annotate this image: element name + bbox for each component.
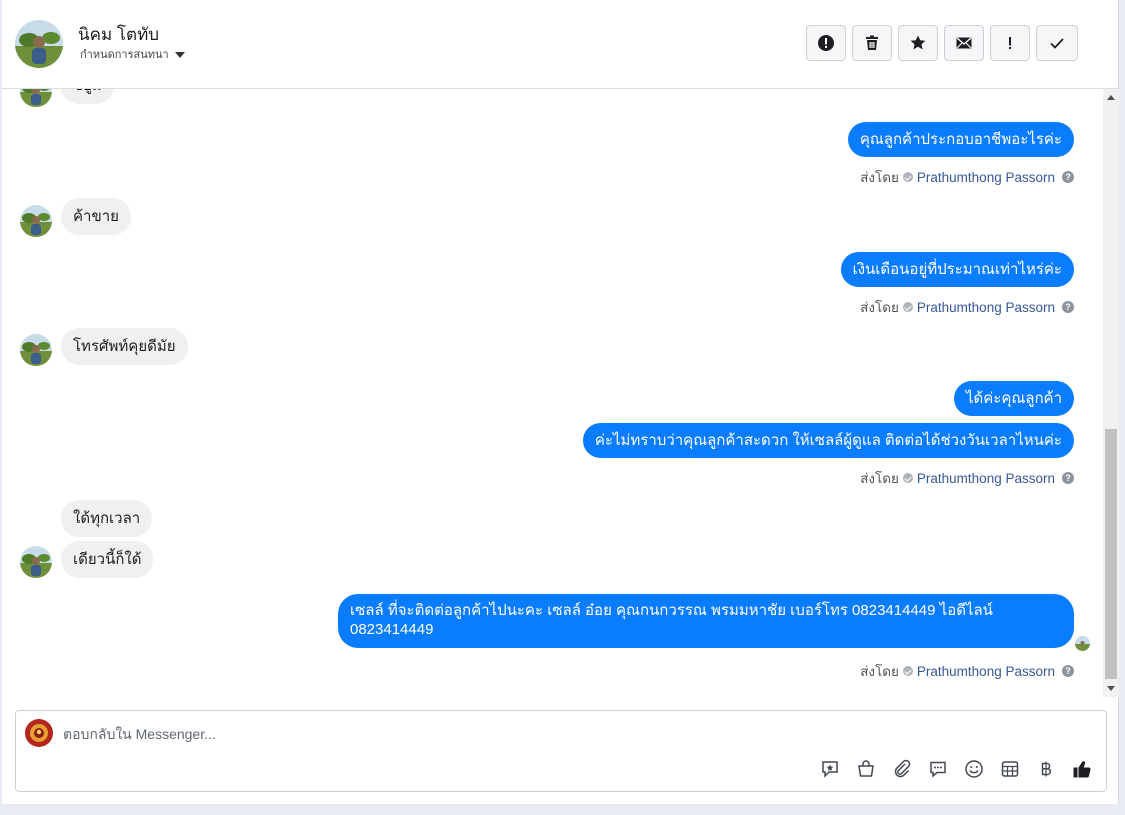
trash-icon bbox=[866, 35, 878, 50]
conversation-actions bbox=[806, 25, 1078, 61]
alert-circle-icon bbox=[818, 35, 834, 51]
delete-button[interactable] bbox=[852, 25, 892, 61]
sent-by-prefix: ส่งโดย bbox=[860, 300, 899, 315]
scroll-up-arrow-icon[interactable] bbox=[1107, 95, 1115, 100]
paperclip-icon[interactable] bbox=[890, 757, 914, 781]
envelope-icon bbox=[956, 37, 972, 49]
verified-check-icon bbox=[902, 302, 913, 312]
thumbs-up-icon[interactable] bbox=[1070, 757, 1094, 781]
help-icon[interactable]: ? bbox=[1062, 665, 1074, 677]
help-icon[interactable]: ? bbox=[1062, 472, 1074, 484]
conversation-status-label: กำหนดการสนทนา bbox=[80, 49, 169, 61]
thread-scrollbar[interactable] bbox=[1103, 89, 1119, 697]
sent-by-line: ส่งโดย Prathumthong Passorn ? bbox=[860, 296, 1074, 318]
outgoing-message[interactable]: ค่ะไม่ทราบว่าคุณลูกค้าสะดวก ให้เซลล์ผู้ด… bbox=[582, 423, 1074, 458]
incoming-message[interactable]: ใด้ทุกเวลา bbox=[61, 500, 153, 537]
verified-check-icon bbox=[902, 473, 913, 483]
sent-by-agent[interactable]: Prathumthong Passorn bbox=[917, 170, 1055, 185]
outgoing-message[interactable]: ได้ค่ะคุณลูกค้า bbox=[953, 381, 1074, 416]
outgoing-message[interactable]: คุณลูกค้าประกอบอาชีพอะไรค่ะ bbox=[847, 122, 1074, 157]
incoming-message[interactable]: ขยูม bbox=[61, 89, 114, 104]
star-button[interactable] bbox=[898, 25, 938, 61]
contact-name[interactable]: นิคม โตทับ bbox=[78, 21, 159, 48]
incoming-message[interactable]: โทรศัพท์คุยดีมัย bbox=[61, 328, 188, 365]
conversation-header: นิคม โตทับ กำหนดการสนทนา bbox=[2, 0, 1118, 89]
sent-by-line: ส่งโดย Prathumthong Passorn ? bbox=[860, 166, 1074, 188]
sent-by-prefix: ส่งโดย bbox=[860, 664, 899, 679]
emoji-icon[interactable] bbox=[962, 757, 986, 781]
exclamation-icon bbox=[1009, 37, 1011, 49]
sent-by-agent[interactable]: Prathumthong Passorn bbox=[917, 471, 1055, 486]
baht-icon[interactable] bbox=[1034, 757, 1058, 781]
incoming-message[interactable]: เดียวนี้ก็ใด้ bbox=[61, 541, 154, 578]
outgoing-message[interactable]: เงินเดือนอยู่ที่ประมาณเท่าไหร่ค่ะ bbox=[840, 252, 1074, 287]
help-icon[interactable]: ? bbox=[1062, 301, 1074, 313]
seen-avatar bbox=[1075, 636, 1090, 651]
saved-reply-icon[interactable] bbox=[818, 757, 842, 781]
conversation-panel: นิคม โตทับ กำหนดการสนทนา คุณลูกค้าประกอบ… bbox=[2, 0, 1119, 804]
contact-message-avatar bbox=[20, 205, 52, 237]
reply-input[interactable] bbox=[63, 723, 763, 745]
contact-message-avatar bbox=[20, 546, 52, 578]
caret-down-icon bbox=[174, 51, 185, 58]
sent-by-prefix: ส่งโดย bbox=[860, 471, 899, 486]
shopping-bag-icon[interactable] bbox=[854, 757, 878, 781]
verified-check-icon bbox=[902, 666, 913, 676]
incoming-message[interactable]: ค้าขาย bbox=[61, 198, 131, 235]
check-icon bbox=[1050, 38, 1064, 49]
done-button[interactable] bbox=[1036, 25, 1078, 61]
mark-unread-button[interactable] bbox=[944, 25, 984, 61]
outgoing-message[interactable]: เซลล์ ที่จะติดต่อลูกค้าไปนะคะ เซลล์ อ๋อย… bbox=[338, 594, 1074, 648]
message-thread: ขยูม คุณลูกค้าประกอบอาชีพอะไรค่ะ ส่งโดย … bbox=[2, 89, 1102, 697]
composer-toolbar bbox=[818, 757, 1094, 781]
scroll-down-arrow-icon[interactable] bbox=[1107, 686, 1115, 691]
sent-by-line: ส่งโดย Prathumthong Passorn ? bbox=[860, 660, 1074, 682]
sent-by-prefix: ส่งโดย bbox=[860, 170, 899, 185]
page-avatar bbox=[25, 719, 53, 747]
contact-avatar[interactable] bbox=[15, 20, 63, 68]
spam-button[interactable] bbox=[806, 25, 846, 61]
follow-up-button[interactable] bbox=[990, 25, 1030, 61]
sent-by-agent[interactable]: Prathumthong Passorn bbox=[917, 300, 1055, 315]
calendar-grid-icon[interactable] bbox=[998, 757, 1022, 781]
scrollbar-thumb[interactable] bbox=[1105, 429, 1117, 679]
help-icon[interactable]: ? bbox=[1062, 171, 1074, 183]
contact-message-avatar bbox=[20, 334, 52, 366]
contact-message-avatar bbox=[20, 89, 52, 107]
sent-by-agent[interactable]: Prathumthong Passorn bbox=[917, 664, 1055, 679]
chat-bubble-icon[interactable] bbox=[926, 757, 950, 781]
conversation-status-dropdown[interactable]: กำหนดการสนทนา bbox=[80, 45, 185, 63]
reply-composer bbox=[15, 710, 1107, 792]
sent-by-line: ส่งโดย Prathumthong Passorn ? bbox=[860, 467, 1074, 489]
verified-check-icon bbox=[902, 172, 913, 182]
star-icon bbox=[910, 35, 926, 50]
